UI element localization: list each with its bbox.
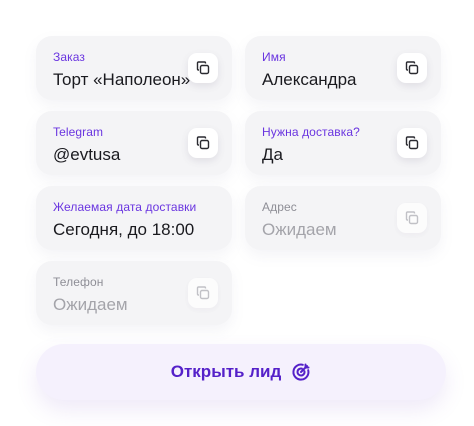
field-value: @evtusa <box>53 145 121 164</box>
field-value: Торт «Наполеон» <box>53 70 191 89</box>
open-lead-label: Открыть лид <box>170 362 282 381</box>
copy-icon <box>196 61 210 75</box>
field-value: Ожидаем <box>262 220 337 239</box>
copy-button[interactable] <box>188 53 218 83</box>
copy-icon <box>405 61 419 75</box>
copy-button[interactable] <box>397 128 427 158</box>
field-label: Адрес <box>262 200 297 214</box>
copy-icon <box>405 136 419 150</box>
field-card-phone: Телефон Ожидаем <box>36 261 232 325</box>
field-card-telegram: Telegram @evtusa <box>36 111 232 175</box>
field-card-delivery-date: Желаемая дата доставки Сегодня, до 18:00 <box>36 186 232 250</box>
copy-icon <box>196 286 210 300</box>
field-value: Сегодня, до 18:00 <box>53 220 195 239</box>
copy-button[interactable] <box>188 278 218 308</box>
copy-icon <box>405 211 419 225</box>
field-label: Заказ <box>53 50 85 64</box>
field-value: Александра <box>262 70 357 89</box>
field-card-order: Заказ Торт «Наполеон» <box>36 36 232 100</box>
field-card-name: Имя Александра <box>245 36 441 100</box>
open-lead-button[interactable]: Открыть лид <box>36 344 446 400</box>
field-value: Ожидаем <box>53 295 128 314</box>
field-label: Телефон <box>53 275 104 289</box>
copy-button[interactable] <box>188 128 218 158</box>
copy-button[interactable] <box>397 53 427 83</box>
field-label: Нужна доставка? <box>262 125 360 139</box>
field-label: Имя <box>262 50 286 64</box>
copy-button[interactable] <box>397 203 427 233</box>
field-value: Да <box>262 145 283 164</box>
copy-icon <box>196 136 210 150</box>
field-card-address: Адрес Ожидаем <box>245 186 441 250</box>
field-label: Telegram <box>53 125 104 139</box>
target-icon <box>292 363 310 381</box>
field-label: Желаемая дата доставки <box>53 200 197 214</box>
field-card-delivery: Нужна доставка? Да <box>245 111 441 175</box>
